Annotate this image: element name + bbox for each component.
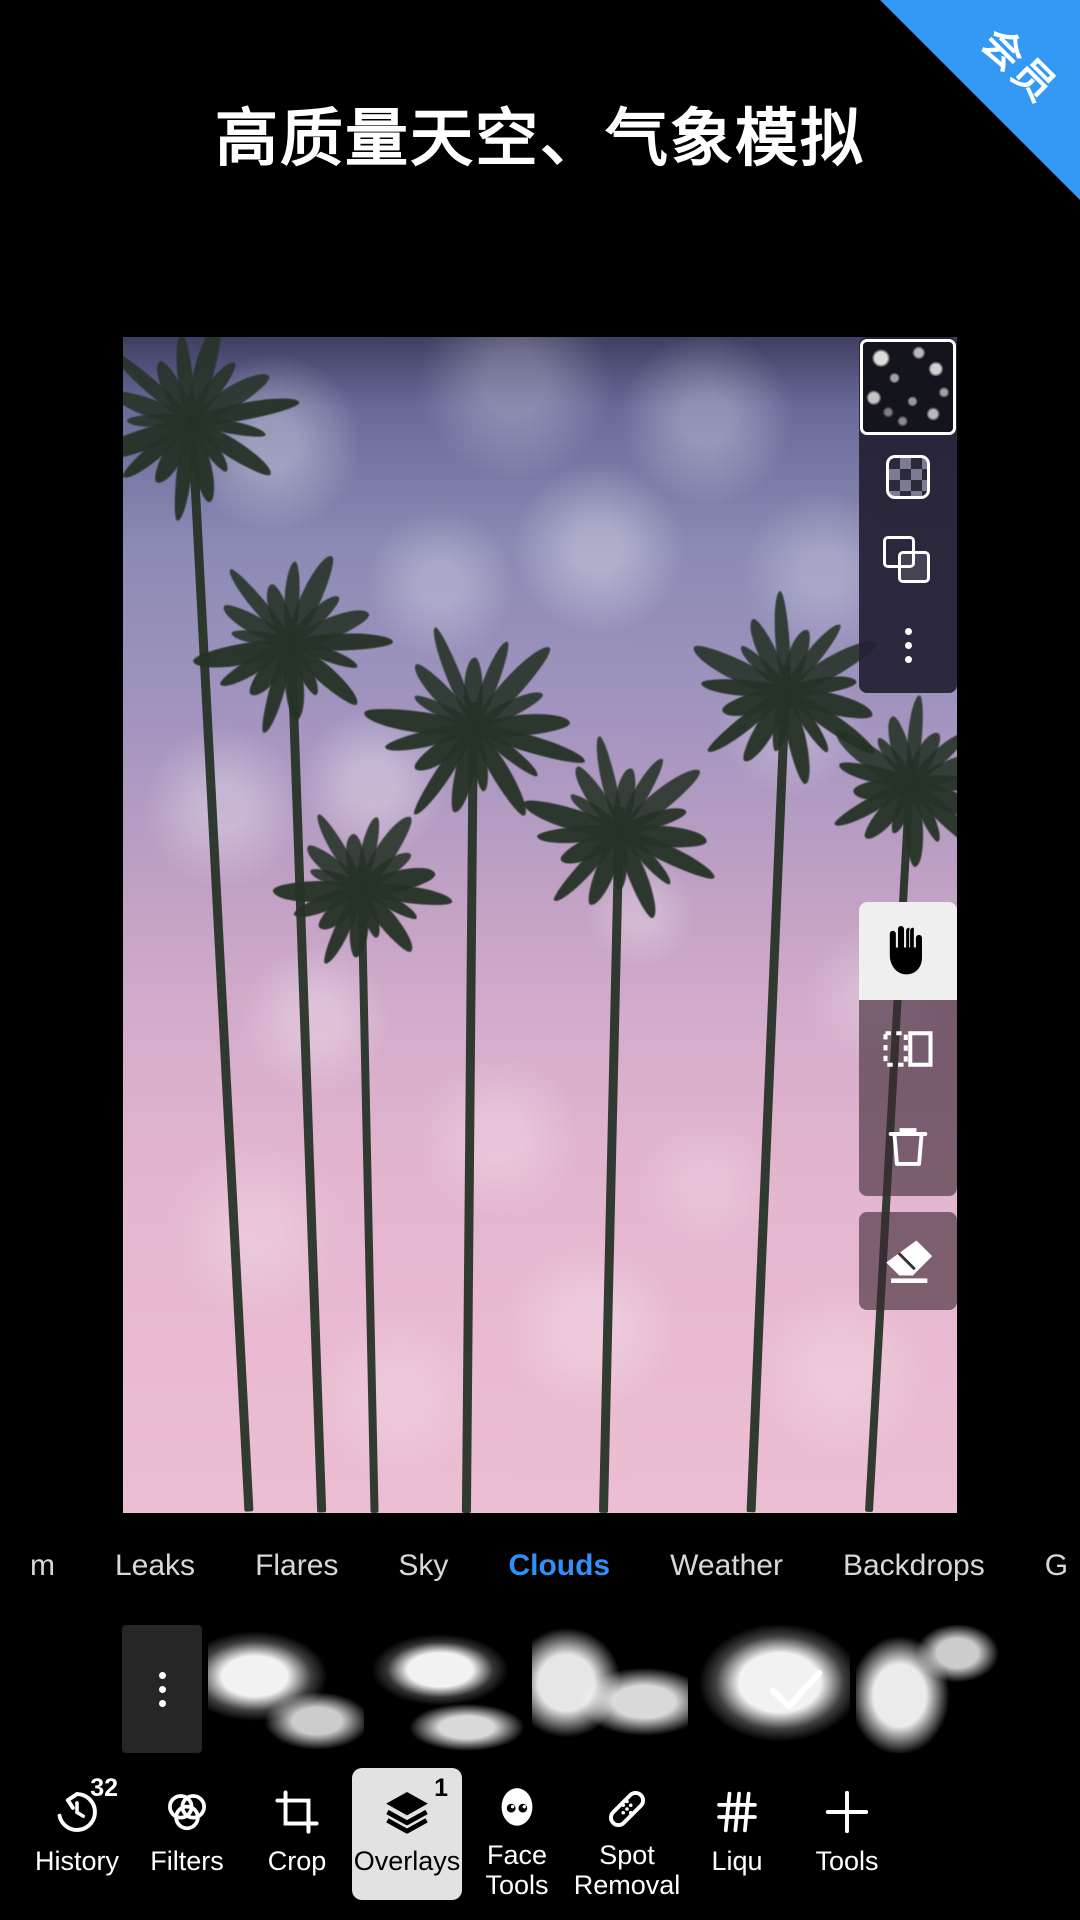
trash-icon [888,1128,928,1166]
palm-crown [123,337,301,522]
toolbar-liqu[interactable]: Liqu [682,1768,792,1900]
toolbar-label: Filters [150,1846,224,1876]
tab-label: G [1044,1549,1069,1582]
toolbar-label: Face Tools [485,1840,549,1900]
toolbar-tools[interactable]: Tools [792,1768,902,1900]
photo-canvas[interactable] [123,337,957,1513]
overlapping-squares-icon [883,536,933,586]
eraser-tool[interactable] [859,1212,957,1310]
tab-label: Weather [670,1549,783,1582]
toolbar-label: Tools [815,1846,879,1876]
plus-icon [822,1782,872,1842]
toolbar-label: History [34,1846,119,1876]
cloud-overlay-2[interactable] [370,1625,526,1753]
toolbar-label: Liqu [711,1846,763,1876]
more-overlays-button[interactable] [122,1625,202,1753]
mirror-flip-icon [883,1031,933,1067]
palm-crown [191,537,394,735]
page-title: 高质量天空、气象模拟 [215,104,865,174]
crop-icon [272,1782,322,1842]
tab-m[interactable]: m [0,1549,85,1583]
toolbar-filters[interactable]: Filters [132,1768,242,1900]
toolbar-face-tools[interactable]: Face Tools [462,1768,572,1900]
flip-mirror-tool[interactable] [859,1000,957,1098]
toolbar-badge: 1 [434,1774,448,1802]
bandage-icon [602,1782,652,1836]
eraser-panel[interactable] [859,1212,957,1310]
tab-clouds[interactable]: Clouds [478,1549,640,1583]
tab-backdrops[interactable]: Backdrops [813,1549,1015,1583]
eraser-icon [886,1240,933,1283]
overlay-category-tabs[interactable]: m Leaks Flares Sky Clouds Weather Backdrops G [0,1535,1080,1597]
checkmark-icon [769,1669,823,1710]
tab-flares[interactable]: Flares [225,1549,368,1583]
transform-tool-panel[interactable] [859,902,957,1196]
confirm-button[interactable] [732,1625,860,1753]
kebab-menu-icon [158,1671,166,1707]
toolbar-label: Overlays [353,1846,461,1876]
filters-circles-icon [162,1782,212,1842]
delete-layer-tool[interactable] [859,1098,957,1196]
tab-label: Flares [255,1549,339,1582]
blend-mode-button[interactable] [859,519,957,603]
bottom-toolbar[interactable]: 32 History Filters Crop 1 Overlays Face Tools Sp… [0,1760,1080,1920]
toolbar-history[interactable]: 32 History [22,1768,132,1900]
kebab-menu-icon [904,627,912,663]
hand-icon [889,926,922,975]
tab-leaks[interactable]: Leaks [85,1549,225,1583]
liquify-icon [712,1782,762,1842]
tab-label: m [30,1549,55,1582]
toolbar-label: Crop [267,1846,327,1876]
tab-label: Clouds [508,1549,611,1582]
tab-label: Backdrops [842,1549,985,1582]
layers-icon [382,1782,432,1842]
toolbar-overlays[interactable]: 1 Overlays [352,1768,462,1900]
cloud-overlay-1[interactable] [208,1625,364,1753]
tab-label: Leaks [115,1549,196,1582]
cloud-overlay-3[interactable] [532,1625,688,1753]
pan-hand-tool[interactable] [859,902,957,1000]
cloud-overlay-5[interactable] [856,1625,1012,1753]
layer-thumbnail[interactable] [860,339,956,435]
layer-panel[interactable] [859,337,957,693]
tab-g[interactable]: G [1015,1549,1080,1583]
opacity-checker-button[interactable] [859,435,957,519]
more-options-button[interactable] [859,603,957,687]
tab-label: Sky [398,1549,449,1582]
palm-crown [821,685,957,867]
face-icon [492,1782,542,1836]
tab-sky[interactable]: Sky [368,1549,478,1583]
overlay-thumbnail-row[interactable] [0,1625,1080,1753]
toolbar-crop[interactable]: Crop [242,1768,352,1900]
toolbar-spot-removal[interactable]: Spot Removal [572,1768,682,1900]
tab-weather[interactable]: Weather [640,1549,813,1583]
toolbar-label: Spot Removal [573,1840,681,1900]
toolbar-badge: 32 [90,1774,118,1802]
checkerboard-icon [886,455,930,499]
